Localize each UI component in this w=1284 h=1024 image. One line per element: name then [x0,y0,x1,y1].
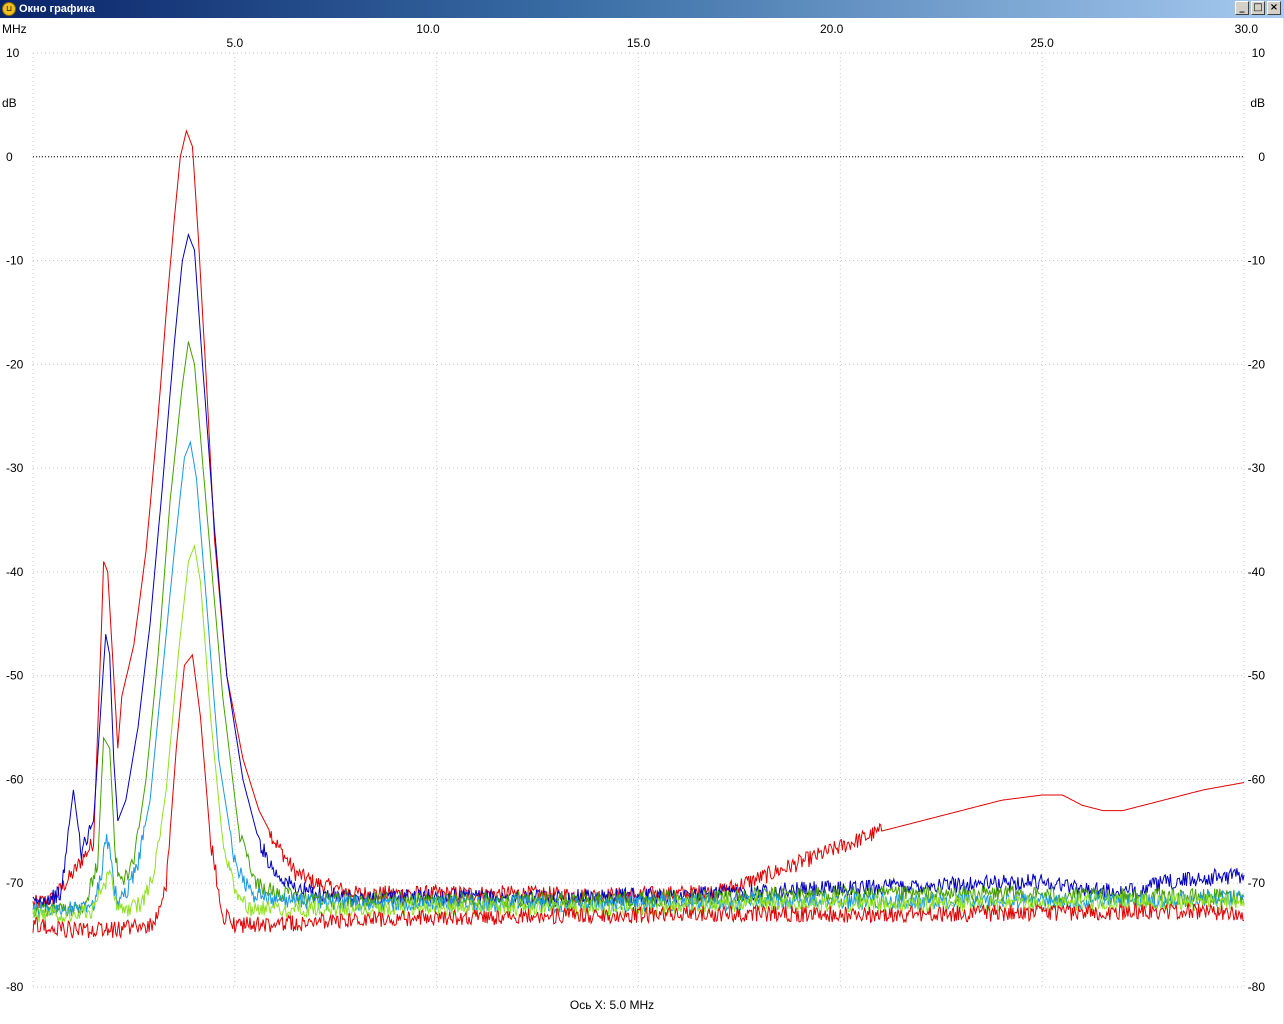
y-tick-label-right: -50 [1248,669,1266,683]
minimize-button[interactable]: _ [1235,1,1249,15]
x-tick-label-lower: 15.0 [627,36,651,50]
y-tick-label-right: -40 [1248,565,1266,579]
y-tick-label-left: -30 [6,461,24,475]
maximize-button[interactable]: □ [1251,1,1265,15]
y-tick-label-right: 10 [1252,46,1266,60]
window-controls: _ □ × [1235,1,1281,15]
close-button[interactable]: × [1267,1,1281,15]
x-tick-label-upper: 30.0 [1235,22,1259,36]
y-tick-label-left: -50 [6,669,24,683]
x-unit-label: MHz [2,22,27,36]
y-tick-label-left: -40 [6,565,24,579]
y-tick-label-left: -60 [6,772,24,786]
x-tick-label-lower: 25.0 [1030,36,1054,50]
y-tick-label-right: -10 [1248,254,1266,268]
x-tick-label-upper: 20.0 [820,22,844,36]
spectrum-chart[interactable]: MHz dB dB Ось X: 5.0 MHz 10.0 20.0 30.0 5.0… [0,18,1284,1024]
y-tick-label-left: 0 [6,150,13,164]
y-tick-label-right: -20 [1248,357,1266,371]
chart-area[interactable]: MHz dB dB Ось X: 5.0 MHz 10.0 20.0 30.0 5.0… [0,18,1284,1024]
app-logo-icon: ⊔ [2,2,16,16]
y-tick-label-right: -60 [1248,772,1266,786]
y-tick-label-left: -20 [6,357,24,371]
y-tick-label-right: -80 [1248,980,1266,994]
window-title: Окно графика [19,3,95,15]
x-axis-footer: Ось X: 5.0 MHz [570,998,654,1012]
window-titlebar: ⊔ Окно графика _ □ × [0,0,1284,18]
x-tick-label-upper: 10.0 [416,22,440,36]
y-unit-label-left: dB [2,96,17,110]
y-tick-label-left: -70 [6,876,24,890]
y-tick-label-right: 0 [1258,150,1265,164]
y-tick-label-left: -10 [6,254,24,268]
y-tick-label-right: -70 [1248,876,1266,890]
y-tick-label-right: -30 [1248,461,1266,475]
y-tick-label-left: -80 [6,980,24,994]
x-tick-label-lower: 5.0 [226,36,243,50]
y-tick-label-left: 10 [6,46,20,60]
y-unit-label-right: dB [1250,96,1265,110]
